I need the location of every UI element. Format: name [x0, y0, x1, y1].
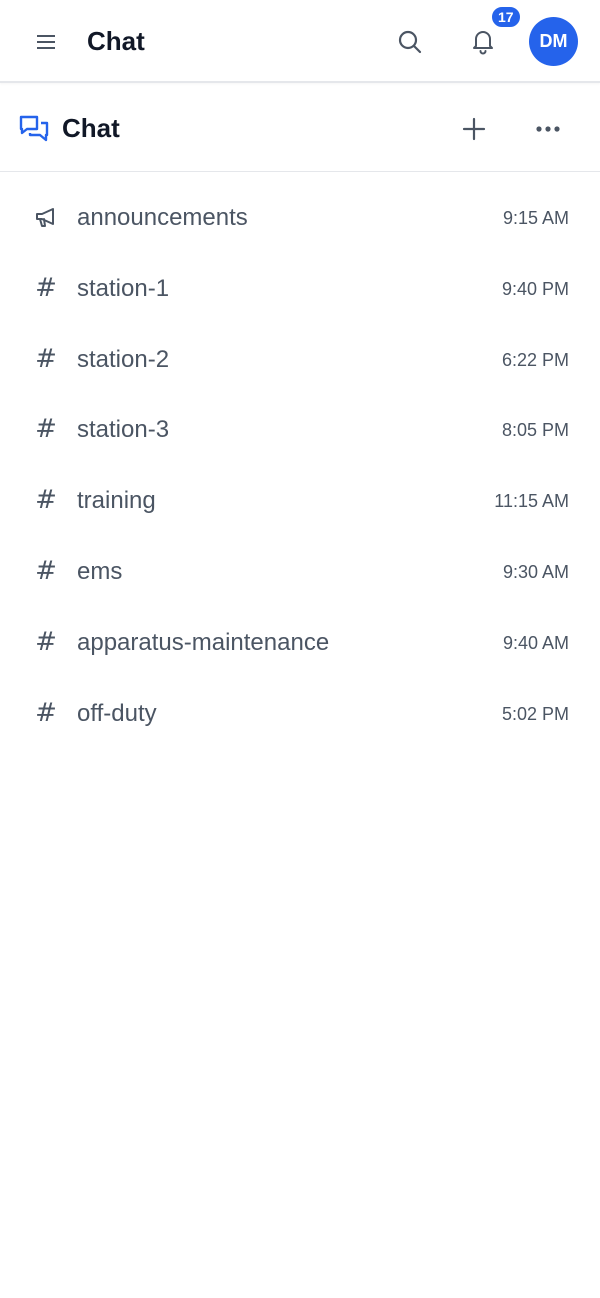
channel-timestamp: 6:22 PM [501, 349, 569, 370]
channel-timestamp: 11:15 AM [494, 491, 569, 512]
page-title: Chat [87, 26, 145, 56]
megaphone-icon [33, 204, 59, 230]
channel-row-ems[interactable]: # ems 9:30 AM [0, 537, 600, 608]
channel-timestamp: 9:40 PM [501, 278, 569, 299]
channel-name: station-2 [77, 345, 170, 373]
bell-icon[interactable] [466, 24, 500, 58]
channel-row-station-1[interactable]: # station-1 9:40 PM [0, 254, 600, 325]
channel-name: station-3 [77, 416, 170, 444]
channel-row-announcements[interactable]: announcements 9:15 AM [0, 183, 600, 254]
plus-icon[interactable] [457, 112, 491, 146]
channel-timestamp: 5:02 PM [501, 703, 569, 724]
channel-name: training [77, 487, 156, 515]
channel-name: ems [77, 557, 123, 585]
hash-icon: # [35, 697, 57, 728]
channel-name: apparatus-maintenance [77, 628, 330, 656]
top-app-bar: Chat 17 DM [0, 0, 600, 83]
channel-list: announcements 9:15 AM # station-1 9:40 P… [0, 183, 600, 749]
channel-name: off-duty [77, 699, 157, 727]
channel-row-station-3[interactable]: # station-3 8:05 PM [0, 395, 600, 466]
channel-row-station-2[interactable]: # station-2 6:22 PM [0, 325, 600, 396]
avatar[interactable]: DM [529, 17, 578, 66]
channel-timestamp: 9:15 AM [502, 208, 569, 228]
hash-icon: # [35, 626, 57, 657]
chat-bubbles-icon [18, 113, 50, 145]
hamburger-menu-icon[interactable] [30, 26, 62, 58]
hash-icon: # [35, 485, 57, 516]
notification-badge: 17 [490, 5, 522, 29]
channel-timestamp: 9:30 AM [502, 561, 569, 582]
hash-icon: # [35, 272, 57, 303]
hash-icon: # [35, 414, 57, 445]
channel-name: station-1 [77, 274, 170, 302]
avatar-initials: DM [539, 31, 568, 51]
channel-row-apparatus-maintenance[interactable]: # apparatus-maintenance 9:40 AM [0, 608, 600, 679]
channel-timestamp: 9:40 AM [502, 632, 569, 653]
more-horizontal-icon[interactable] [531, 112, 565, 146]
search-icon[interactable] [393, 25, 427, 59]
section-title: Chat [62, 113, 120, 143]
channel-timestamp: 8:05 PM [501, 420, 569, 441]
chat-section-header: Chat [0, 85, 600, 172]
channel-row-training[interactable]: # training 11:15 AM [0, 466, 600, 537]
channel-name: announcements [77, 204, 248, 231]
hash-icon: # [35, 343, 57, 374]
channel-row-off-duty[interactable]: # off-duty 5:02 PM [0, 679, 600, 750]
hash-icon: # [35, 555, 57, 586]
